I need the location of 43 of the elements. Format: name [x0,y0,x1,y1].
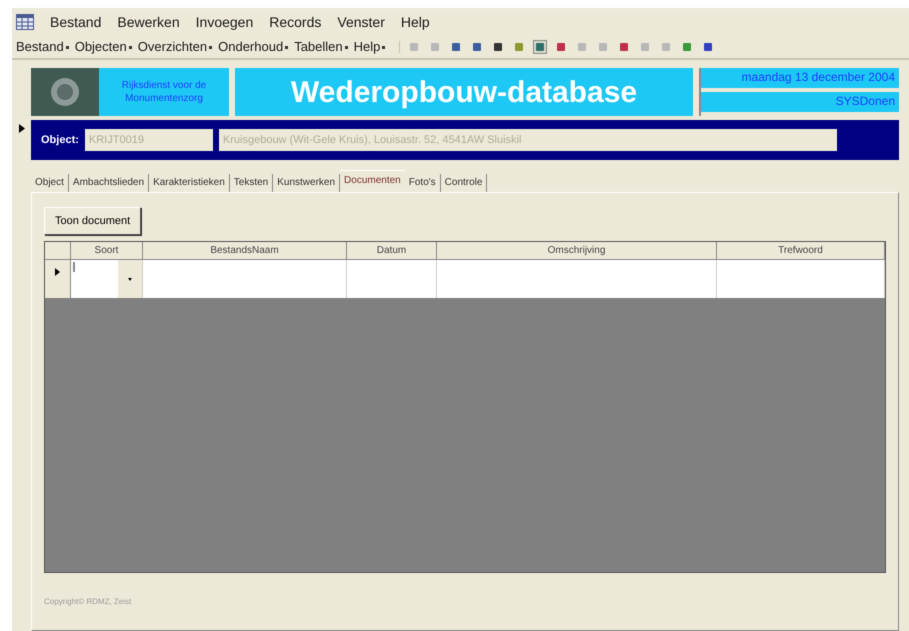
tab[interactable]: Karakteristieken [149,174,230,192]
show-document-button[interactable]: Toon document [44,207,142,235]
row-selector[interactable] [45,260,71,298]
table-cell[interactable] [347,260,437,298]
tab[interactable]: Ambachtslieden [68,174,150,192]
menu-item[interactable]: Bestand [50,12,102,32]
toolbar-menu[interactable]: Overzichten [138,37,212,57]
toolbar-menu[interactable]: Bestand [16,37,69,57]
toolbar-menu[interactable]: Tabellen [294,37,348,57]
tab[interactable]: Controle [440,174,488,192]
copyright-text: Copyright© RDMZ, Zeist [44,596,132,608]
dropdown-marker-icon [382,46,386,50]
toolbar-menu[interactable]: Objecten [74,37,132,57]
type-combo-field[interactable] [71,260,143,298]
object-label: Object: [41,132,79,148]
current-row-icon [55,268,60,276]
menu-item[interactable]: Help [400,12,430,32]
user-field: SYSDonen [701,92,899,112]
menu-item[interactable]: Records [269,12,322,32]
tab[interactable]: Teksten [230,174,274,192]
tab[interactable]: Object [31,174,69,192]
menu-item[interactable]: Invoegen [196,12,254,32]
caret-icon [128,278,132,280]
dropdown-marker-icon [128,46,132,50]
table-cell[interactable] [437,260,717,298]
toolbar-menu[interactable]: Onderhoud [218,37,288,57]
database-title: Wederopbouw-database [235,68,693,116]
dropdown-button[interactable] [118,260,142,298]
dropdown-marker-icon [344,46,348,50]
dropdown-marker-icon [209,46,212,50]
date-field: maandag 13 december 2004 [701,68,899,88]
menu-item[interactable]: Venster [337,12,385,32]
toolbar-menu[interactable]: Help [354,37,386,57]
menu-item[interactable]: Bewerken [117,12,180,32]
organization-name: Rijksdienst voor de Monumentenzorg [99,68,229,116]
table-cell[interactable] [143,260,347,298]
record-selector-icon [18,124,24,133]
tab[interactable]: Foto's [404,174,441,192]
dropdown-marker-icon [66,46,69,50]
table-cell[interactable] [717,260,885,298]
emblem-logo [31,68,99,116]
table-icon [16,14,34,30]
dropdown-marker-icon [285,46,288,50]
